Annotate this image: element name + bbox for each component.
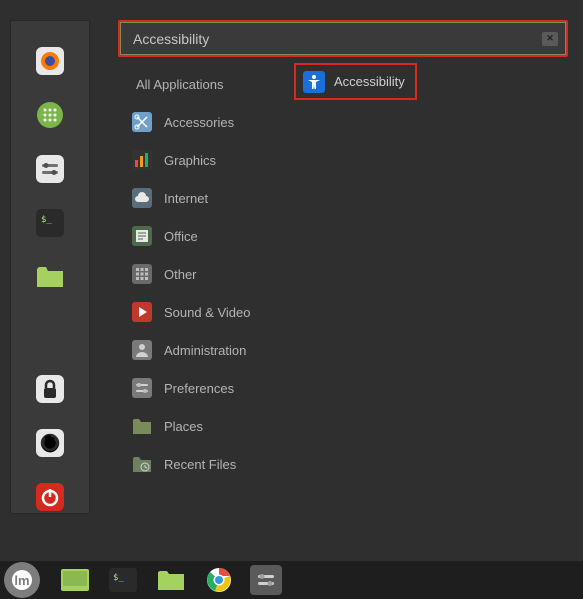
taskbar-files[interactable] bbox=[154, 565, 188, 595]
category-label: Accessories bbox=[164, 115, 234, 130]
category-graphics[interactable]: Graphics bbox=[118, 141, 568, 179]
category-label: Graphics bbox=[164, 153, 216, 168]
result-label: Accessibility bbox=[334, 74, 405, 89]
category-label: Office bbox=[164, 229, 198, 244]
settings-launcher[interactable] bbox=[34, 153, 66, 185]
firefox-launcher[interactable] bbox=[34, 45, 66, 77]
search-input[interactable] bbox=[120, 22, 566, 55]
taskbar-terminal[interactable]: $_ bbox=[106, 565, 140, 595]
files-launcher[interactable] bbox=[34, 261, 66, 293]
lock-button[interactable] bbox=[34, 373, 66, 405]
category-label: Places bbox=[164, 419, 203, 434]
svg-text:$_: $_ bbox=[113, 573, 124, 583]
apps-launcher[interactable] bbox=[34, 99, 66, 131]
recent-folder-icon bbox=[132, 454, 152, 474]
category-internet[interactable]: Internet bbox=[118, 179, 568, 217]
category-label: Internet bbox=[164, 191, 208, 206]
category-label: Sound & Video bbox=[164, 305, 251, 320]
category-accessories[interactable]: Accessories bbox=[118, 103, 568, 141]
power-button[interactable] bbox=[34, 481, 66, 513]
taskbar-desktop[interactable] bbox=[58, 565, 92, 595]
category-other[interactable]: Other bbox=[118, 255, 568, 293]
favorites-panel: $_ bbox=[10, 20, 90, 514]
category-label: Recent Files bbox=[164, 457, 236, 472]
category-administration[interactable]: Administration bbox=[118, 331, 568, 369]
category-preferences[interactable]: Preferences bbox=[118, 369, 568, 407]
accessibility-icon bbox=[303, 71, 325, 93]
svg-text:lm: lm bbox=[14, 573, 29, 588]
category-list: All Applications Accessories Graphics In… bbox=[118, 65, 568, 483]
admin-icon bbox=[132, 340, 152, 360]
grid-icon bbox=[132, 264, 152, 284]
menu-button[interactable]: lm bbox=[4, 562, 40, 598]
cloud-icon bbox=[132, 188, 152, 208]
graphics-icon bbox=[132, 150, 152, 170]
play-icon bbox=[132, 302, 152, 322]
category-recent[interactable]: Recent Files bbox=[118, 445, 568, 483]
svg-text:$_: $_ bbox=[41, 215, 52, 225]
logout-button[interactable] bbox=[34, 427, 66, 459]
search-field-highlight: ✕ bbox=[118, 20, 568, 57]
category-label: Other bbox=[164, 267, 197, 282]
taskbar: lm $_ bbox=[0, 561, 583, 599]
taskbar-settings[interactable] bbox=[250, 565, 282, 595]
search-result-accessibility[interactable]: Accessibility bbox=[294, 63, 417, 100]
scissors-icon bbox=[132, 112, 152, 132]
category-places[interactable]: Places bbox=[118, 407, 568, 445]
category-label: Preferences bbox=[164, 381, 234, 396]
terminal-launcher[interactable]: $_ bbox=[34, 207, 66, 239]
office-icon bbox=[132, 226, 152, 246]
category-label: Administration bbox=[164, 343, 246, 358]
category-label: All Applications bbox=[136, 77, 223, 92]
category-office[interactable]: Office bbox=[118, 217, 568, 255]
category-sound-video[interactable]: Sound & Video bbox=[118, 293, 568, 331]
folder-icon bbox=[132, 416, 152, 436]
preferences-icon bbox=[132, 378, 152, 398]
clear-search-icon[interactable]: ✕ bbox=[542, 32, 558, 46]
taskbar-chrome[interactable] bbox=[202, 565, 236, 595]
